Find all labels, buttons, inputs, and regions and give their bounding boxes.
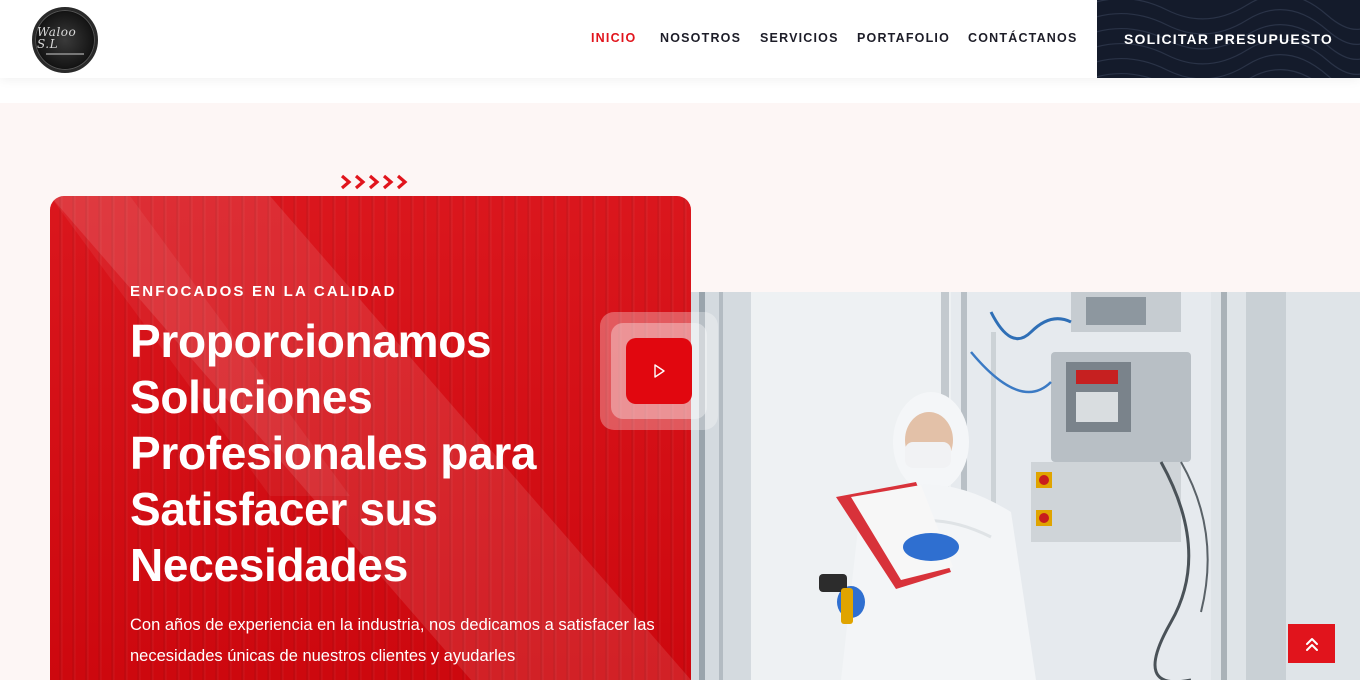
logo-emblem: Waloo S.L bbox=[37, 12, 93, 68]
request-quote-button[interactable]: SOLICITAR PRESUPUESTO bbox=[1097, 0, 1360, 78]
nav-item-nosotros[interactable]: NOSOTROS bbox=[660, 31, 741, 45]
nav-item-portafolio[interactable]: PORTAFOLIO bbox=[857, 31, 950, 45]
chevrons-icon bbox=[340, 174, 408, 190]
hero-photo-illustration bbox=[691, 292, 1360, 680]
hero-eyebrow: ENFOCADOS EN LA CALIDAD bbox=[130, 283, 397, 300]
request-quote-label: SOLICITAR PRESUPUESTO bbox=[1123, 31, 1334, 47]
hero-image bbox=[691, 292, 1360, 680]
scroll-to-top-button[interactable] bbox=[1288, 624, 1335, 663]
play-button-ring bbox=[611, 323, 707, 419]
logo[interactable]: Waloo S.L bbox=[32, 7, 98, 73]
hero-card: ENFOCADOS EN LA CALIDAD Proporcionamos S… bbox=[50, 196, 691, 680]
hero-description: Con años de experiencia en la industria,… bbox=[130, 616, 655, 665]
chevrons-decoration bbox=[340, 173, 414, 191]
nav-item-contactanos[interactable]: CONTÁCTANOS bbox=[968, 31, 1078, 45]
site-header: Waloo S.L INICIO NOSOTROS SERVICIOS PORT… bbox=[0, 0, 1360, 78]
video-play-button[interactable] bbox=[600, 312, 718, 430]
play-button-core bbox=[626, 338, 692, 404]
nav-item-inicio[interactable]: INICIO bbox=[591, 31, 636, 45]
hero-title: Proporcionamos Soluciones Profesionales … bbox=[130, 315, 537, 591]
double-chevron-up-icon bbox=[1305, 637, 1318, 651]
nav-item-servicios[interactable]: SERVICIOS bbox=[760, 31, 839, 45]
play-icon bbox=[654, 364, 665, 378]
logo-text: Waloo S.L bbox=[37, 24, 77, 51]
logo-underline bbox=[46, 52, 84, 55]
